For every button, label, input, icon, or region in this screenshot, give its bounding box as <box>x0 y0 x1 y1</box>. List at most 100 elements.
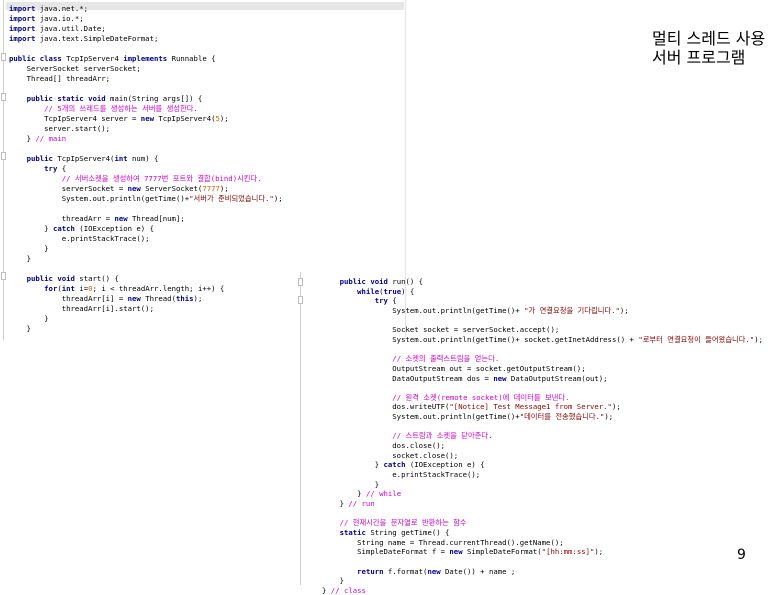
editor-gutter <box>300 272 301 585</box>
code-line: // 5개의 쓰레드를 생성하는 서버를 생성한다. <box>9 104 198 113</box>
code-token: } <box>322 585 331 595</box>
code-token: } <box>9 224 53 233</box>
code-token: threadArr[i] = <box>9 294 128 303</box>
code-token: import <box>9 4 36 13</box>
code-token: for <box>44 284 58 293</box>
code-token: implements <box>123 54 168 63</box>
code-line: } <box>9 324 31 333</box>
code-token: ); <box>219 114 229 123</box>
code-token: class <box>39 54 62 63</box>
code-line: // 스트림과 소켓을 닫아준다. <box>322 431 492 440</box>
code-token: "로부터 연결요청이 들어왔습니다." <box>638 334 755 344</box>
code-line: Socket socket = serverSocket.accept(); <box>322 325 559 334</box>
code-token: Runnable { <box>167 54 216 63</box>
fold-marker-icon <box>1 93 6 101</box>
code-line: // 소켓의 출력스트림을 얻는다. <box>322 354 499 363</box>
code-token: static <box>339 527 366 537</box>
code-token: f.format( <box>383 566 428 576</box>
code-line: String name = Thread.currentThread().get… <box>322 538 563 547</box>
code-token: ServerSocket( <box>140 184 203 193</box>
code-token: OutputStream out = socket.getOutputStrea… <box>322 363 586 373</box>
code-token: dos.writeUTF( <box>322 402 450 412</box>
fold-marker-icon <box>1 272 6 280</box>
code-token: ); <box>273 194 283 203</box>
code-token: ); <box>611 402 621 412</box>
code-token: ) { <box>401 286 415 296</box>
code-line: // 현재시간을 문자열로 반환하는 함수 <box>322 518 467 527</box>
code-line: import java.io.*; <box>9 14 84 23</box>
code-token: num) { <box>127 154 159 163</box>
code-token: { <box>387 296 397 306</box>
code-token: server.start(); <box>9 124 111 133</box>
code-line: } // run <box>322 499 375 508</box>
code-token: while <box>357 286 380 296</box>
code-token: System.out.println(getTime()+ <box>322 305 525 315</box>
slide-title-line-2: 서버 프로그램 <box>652 48 746 67</box>
code-token: TcpIpServer4( <box>52 154 115 163</box>
code-token: try <box>44 164 58 173</box>
code-line: } <box>322 576 344 585</box>
fold-marker-icon <box>1 53 6 61</box>
code-token: // while <box>365 489 402 499</box>
code-token: DataOutputStream dos = <box>322 373 494 383</box>
code-token: catch <box>52 224 75 233</box>
code-token: import <box>9 34 36 43</box>
code-token: this <box>175 294 194 303</box>
code-token: new <box>140 114 154 123</box>
code-line: System.out.println(getTime()+ "가 연결요청을 기… <box>322 305 629 315</box>
code-line: import java.util.Date; <box>9 24 106 33</box>
code-line: public void start() { <box>9 274 119 283</box>
code-token: dos.close(); <box>322 441 446 451</box>
code-line: } <box>9 244 48 253</box>
code-token: socket.close(); <box>322 450 459 460</box>
code-line: // 원격 소켓(remote socket)에 데이터를 보낸다. <box>322 392 570 402</box>
code-token: new <box>127 294 141 303</box>
code-token: // 서버소켓을 생성하여 7777번 포트와 결합(bind)시킨다. <box>61 174 262 183</box>
code-token: TcpIpServer4 <box>61 54 124 63</box>
code-line: DataOutputStream dos = new DataOutputStr… <box>322 373 607 383</box>
code-token: return <box>357 566 384 576</box>
code-token: ; i < threadArr.length; i++) { <box>92 284 225 293</box>
code-line: import java.net.*; <box>9 4 88 13</box>
code-line: e.printStackTrace(); <box>322 470 480 479</box>
fold-marker-icon <box>298 278 303 286</box>
code-line: public TcpIpServer4(int num) { <box>9 154 159 163</box>
code-token: java.text.SimpleDateFormat; <box>35 34 159 43</box>
code-line: System.out.println(getTime()+"데이터를 전송했습니… <box>322 412 613 421</box>
code-token: ); <box>619 305 629 315</box>
code-line: static String getTime() { <box>322 527 450 537</box>
code-token: SimpleDateFormat f = <box>322 547 450 557</box>
code-line: try { <box>322 296 397 305</box>
code-token: public void <box>339 277 388 286</box>
code-line: threadArr = new Thread[num]; <box>9 214 185 223</box>
code-line: TcpIpServer4 server = new TcpIpServer4(5… <box>9 114 229 123</box>
code-token: ServerSocket serverSocket; <box>9 64 141 73</box>
code-token: // 현재시간을 문자열로 반환하는 함수 <box>339 518 467 528</box>
code-token: // 원격 소켓(remote socket)에 데이터를 보낸다. <box>392 392 570 402</box>
code-token: catch <box>383 460 406 470</box>
code-token: } <box>9 324 31 333</box>
code-token: java.io.*; <box>35 14 84 23</box>
code-token: public <box>26 154 53 163</box>
code-token: Thread[] threadArr; <box>9 74 111 83</box>
code-token: run() { <box>387 277 424 286</box>
code-line: } <box>9 314 48 323</box>
code-line: SimpleDateFormat f = new SimpleDateForma… <box>322 547 603 556</box>
code-token: "가 연결요청을 기다립니다." <box>524 305 620 315</box>
fold-marker-icon <box>1 152 6 160</box>
code-token: // class <box>330 585 366 595</box>
code-token: System.out.println(getTime()+ <box>9 194 190 203</box>
code-token: Thread[num]; <box>127 214 185 223</box>
code-line: e.printStackTrace(); <box>9 234 150 243</box>
